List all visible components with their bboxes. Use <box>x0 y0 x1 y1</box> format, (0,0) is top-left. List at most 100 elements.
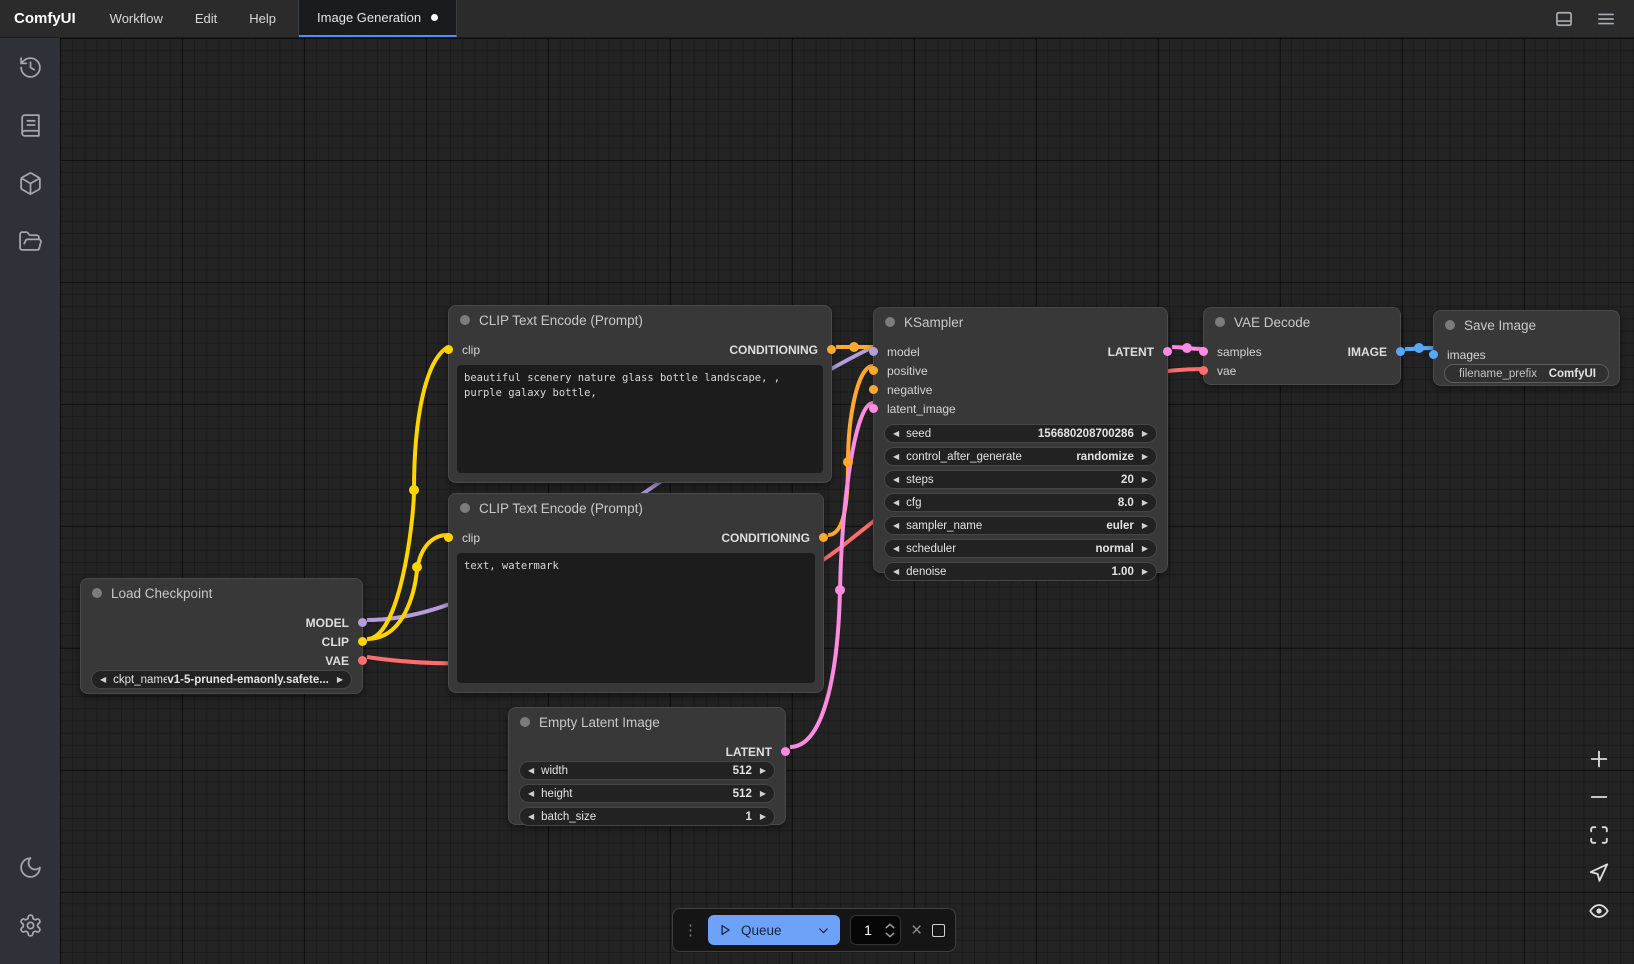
widget-cfg[interactable]: ◀ cfg 8.0 ▶ <box>884 493 1157 512</box>
widget-control-after-generate[interactable]: ◀ control_after_generate randomize ▶ <box>884 447 1157 466</box>
slot-row[interactable]: images <box>1434 345 1619 364</box>
input-dot-model[interactable] <box>869 347 878 356</box>
widget-filename-prefix[interactable]: filename_prefix ComfyUI <box>1444 364 1609 383</box>
increment-arrow-icon[interactable]: ▶ <box>1142 522 1148 530</box>
output-dot-latent[interactable] <box>1163 347 1172 356</box>
output-slot-model[interactable]: MODEL <box>81 613 362 632</box>
widget-seed[interactable]: ◀ seed 156680208700286 ▶ <box>884 424 1157 443</box>
input-dot-positive[interactable] <box>869 366 878 375</box>
increment-arrow-icon[interactable]: ▶ <box>1142 545 1148 553</box>
stepper-up-icon[interactable] <box>885 923 895 929</box>
output-dot-clip[interactable] <box>358 637 367 646</box>
increment-arrow-icon[interactable]: ▶ <box>1142 430 1148 438</box>
decrement-arrow-icon[interactable]: ◀ <box>100 676 106 684</box>
batch-count-input[interactable]: 1 <box>850 915 901 945</box>
decrement-arrow-icon[interactable]: ◀ <box>893 545 899 553</box>
increment-arrow-icon[interactable]: ▶ <box>1142 453 1148 461</box>
increment-arrow-icon[interactable]: ▶ <box>760 767 766 775</box>
toggle-links-visibility-icon[interactable] <box>1588 900 1610 922</box>
decrement-arrow-icon[interactable]: ◀ <box>893 568 899 576</box>
slot-row[interactable]: clip CONDITIONING <box>449 340 831 359</box>
negative-prompt-textarea[interactable]: text, watermark <box>457 553 815 683</box>
slot-row[interactable]: positive <box>874 361 1167 380</box>
output-dot-image[interactable] <box>1396 347 1405 356</box>
widget-steps[interactable]: ◀ steps 20 ▶ <box>884 470 1157 489</box>
cancel-run-icon[interactable]: × <box>911 921 922 940</box>
queue-button[interactable]: Queue <box>708 915 840 945</box>
slot-row[interactable]: negative <box>874 380 1167 399</box>
node-ksampler[interactable]: KSampler model LATENT positive negative … <box>873 307 1168 573</box>
input-dot-negative[interactable] <box>869 385 878 394</box>
input-dot-images[interactable] <box>1429 350 1438 359</box>
slot-row[interactable]: vae <box>1204 361 1400 380</box>
slot-row[interactable]: samples IMAGE <box>1204 342 1400 361</box>
slot-row[interactable]: model LATENT <box>874 342 1167 361</box>
hamburger-menu-icon[interactable] <box>1596 9 1616 29</box>
input-dot-clip[interactable] <box>444 345 453 354</box>
increment-arrow-icon[interactable]: ▶ <box>1142 499 1148 507</box>
decrement-arrow-icon[interactable]: ◀ <box>893 430 899 438</box>
output-dot-vae[interactable] <box>358 656 367 665</box>
panel-bottom-icon[interactable] <box>1554 9 1574 29</box>
zoom-in-icon[interactable] <box>1588 748 1610 770</box>
widget-denoise[interactable]: ◀ denoise 1.00 ▶ <box>884 562 1157 581</box>
node-vae-decode[interactable]: VAE Decode samples IMAGE vae <box>1203 307 1401 385</box>
output-slot-vae[interactable]: VAE <box>81 651 362 670</box>
decrement-arrow-icon[interactable]: ◀ <box>528 767 534 775</box>
menu-help[interactable]: Help <box>233 0 292 37</box>
queue-history-icon[interactable] <box>0 38 60 96</box>
output-dot-conditioning[interactable] <box>819 533 828 542</box>
collapse-dot-icon[interactable] <box>1215 317 1225 327</box>
decrement-arrow-icon[interactable]: ◀ <box>893 522 899 530</box>
output-dot-model[interactable] <box>358 618 367 627</box>
menu-edit[interactable]: Edit <box>179 0 233 37</box>
widget-sampler-name[interactable]: ◀ sampler_name euler ▶ <box>884 516 1157 535</box>
input-dot-latent-image[interactable] <box>869 404 878 413</box>
output-slot-latent[interactable]: LATENT <box>509 742 785 761</box>
node-title-bar[interactable]: VAE Decode <box>1204 308 1400 336</box>
input-dot-clip[interactable] <box>444 533 453 542</box>
node-title-bar[interactable]: KSampler <box>874 308 1167 336</box>
decrement-arrow-icon[interactable]: ◀ <box>893 453 899 461</box>
workflows-icon[interactable] <box>0 212 60 270</box>
increment-arrow-icon[interactable]: ▶ <box>760 790 766 798</box>
zoom-out-icon[interactable] <box>1588 786 1610 808</box>
decrement-arrow-icon[interactable]: ◀ <box>893 476 899 484</box>
node-clip-text-encode-positive[interactable]: CLIP Text Encode (Prompt) clip CONDITION… <box>448 305 832 483</box>
fit-view-icon[interactable] <box>1588 824 1610 846</box>
node-graph-canvas[interactable] <box>60 38 1634 964</box>
input-dot-samples[interactable] <box>1199 347 1208 356</box>
node-load-checkpoint[interactable]: Load Checkpoint MODEL CLIP VAE ◀ ckpt_na… <box>80 578 363 694</box>
slot-row[interactable]: clip CONDITIONING <box>449 528 823 547</box>
drag-handle-icon[interactable]: ⋮ <box>683 921 698 939</box>
theme-toggle-icon[interactable] <box>0 838 60 896</box>
node-title-bar[interactable]: CLIP Text Encode (Prompt) <box>449 494 823 522</box>
collapse-dot-icon[interactable] <box>885 317 895 327</box>
output-dot-latent[interactable] <box>781 747 790 756</box>
collapse-dot-icon[interactable] <box>520 717 530 727</box>
increment-arrow-icon[interactable]: ▶ <box>760 813 766 821</box>
node-library-icon[interactable] <box>0 96 60 154</box>
output-slot-clip[interactable]: CLIP <box>81 632 362 651</box>
node-title-bar[interactable]: CLIP Text Encode (Prompt) <box>449 306 831 334</box>
collapse-dot-icon[interactable] <box>92 588 102 598</box>
decrement-arrow-icon[interactable]: ◀ <box>893 499 899 507</box>
increment-arrow-icon[interactable]: ▶ <box>337 676 343 684</box>
model-library-icon[interactable] <box>0 154 60 212</box>
widget-batch-size[interactable]: ◀ batch_size 1 ▶ <box>519 807 775 826</box>
widget-scheduler[interactable]: ◀ scheduler normal ▶ <box>884 539 1157 558</box>
input-dot-vae[interactable] <box>1199 366 1208 375</box>
settings-icon[interactable] <box>0 896 60 954</box>
widget-width[interactable]: ◀ width 512 ▶ <box>519 761 775 780</box>
menu-workflow[interactable]: Workflow <box>94 0 179 37</box>
slot-row[interactable]: latent_image <box>874 399 1167 418</box>
collapse-dot-icon[interactable] <box>460 503 470 513</box>
tab-image-generation[interactable]: Image Generation <box>299 0 457 37</box>
node-empty-latent-image[interactable]: Empty Latent Image LATENT ◀ width 512 ▶ … <box>508 707 786 825</box>
decrement-arrow-icon[interactable]: ◀ <box>528 790 534 798</box>
stop-icon[interactable] <box>932 924 945 937</box>
collapse-dot-icon[interactable] <box>1445 320 1455 330</box>
output-dot-conditioning[interactable] <box>827 345 836 354</box>
node-title-bar[interactable]: Save Image <box>1434 311 1619 339</box>
positive-prompt-textarea[interactable]: beautiful scenery nature glass bottle la… <box>457 365 823 473</box>
